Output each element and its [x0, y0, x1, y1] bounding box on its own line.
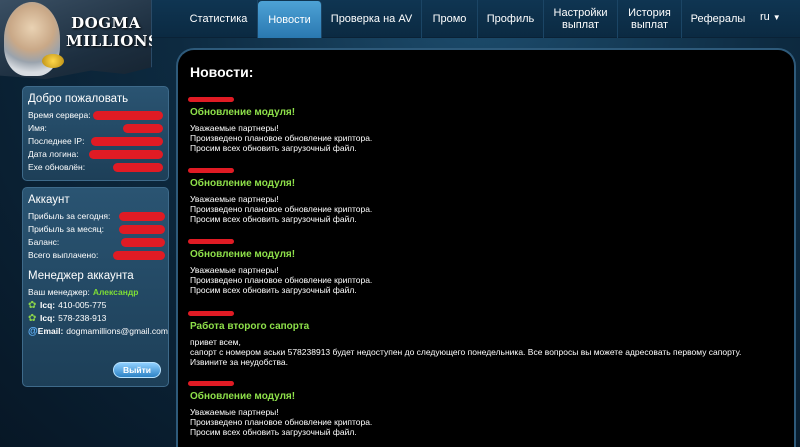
nav-item-referrals[interactable]: Рефералы [682, 0, 754, 38]
redacted-value [89, 150, 163, 159]
gold-coins-icon [42, 54, 64, 68]
redacted-value [93, 111, 163, 120]
news-item: Работа второго сапорта привет всем, сапо… [188, 311, 741, 367]
news-item: Обновление модуля! Уважаемые партнеры! П… [188, 97, 372, 153]
redacted-value [119, 212, 165, 221]
profit-today-row: Прибыль за сегодня: [23, 210, 168, 223]
redacted-date [188, 239, 234, 244]
total-paid-row: Всего выплачено: [23, 249, 168, 262]
name-row: Имя: [23, 122, 168, 135]
nav-item-promo[interactable]: Промо [422, 0, 478, 38]
email-row: @ Email: dogmamillions@gmail.com [28, 325, 168, 338]
welcome-panel: Добро пожаловать Время сервера: Имя: Пос… [22, 86, 169, 181]
redacted-value [121, 238, 165, 247]
icq-flower-icon: ✿ [28, 313, 37, 324]
news-item: Обновление модуля! Уважаемые партнеры! П… [188, 168, 372, 224]
nav-item-news[interactable]: Новости [258, 1, 322, 38]
last-ip-row: Последнее IP: [23, 135, 168, 148]
news-title: Обновление модуля! [190, 107, 296, 118]
server-time-row: Время сервера: [23, 109, 168, 122]
manager-email[interactable]: dogmamillions@gmail.com [66, 325, 168, 338]
redacted-value [123, 124, 163, 133]
icq-row-2: ✿ Icq: 578-238-913 [28, 313, 107, 324]
language-selector[interactable]: ru ▼ [760, 11, 781, 23]
redacted-date [188, 311, 234, 316]
balance-row: Баланс: [23, 236, 168, 249]
nav-item-av-check[interactable]: Проверка на AV [322, 0, 422, 38]
login-date-row: Дата логина: [23, 148, 168, 161]
icq-row-1: ✿ Icq: 410-005-775 [28, 300, 107, 311]
nav-item-statistics[interactable]: Статистика [180, 0, 258, 38]
redacted-value [119, 225, 165, 234]
page-title: Новости: [190, 64, 254, 80]
manager-name-row: Ваш менеджер: Александр [28, 287, 139, 297]
news-title: Обновление модуля! [190, 178, 296, 189]
redacted-value [91, 137, 163, 146]
logo-text: DOGMA MILLIONS [66, 14, 160, 50]
profit-month-row: Прибыль за месяц: [23, 223, 168, 236]
nav-item-profile[interactable]: Профиль [478, 0, 544, 38]
manager-name: Александр [92, 287, 139, 297]
chevron-down-icon: ▼ [772, 13, 781, 22]
redacted-date [188, 381, 234, 386]
email-at-icon: @ [28, 326, 38, 337]
news-item: Обновление модуля! Уважаемые партнеры! П… [188, 381, 372, 437]
redacted-date [188, 97, 234, 102]
manager-title: Менеджер аккаунта [28, 270, 134, 282]
redacted-value [113, 251, 165, 260]
icq-flower-icon: ✿ [28, 300, 37, 311]
news-title: Обновление модуля! [190, 391, 296, 402]
nav-item-payout-history[interactable]: История выплат [618, 0, 682, 38]
nav-item-payout-settings[interactable]: Настройки выплат [544, 0, 618, 38]
news-title: Работа второго сапорта [190, 321, 310, 332]
account-panel: Аккаунт Прибыль за сегодня: Прибыль за м… [22, 187, 169, 387]
logout-button[interactable]: Выйти [113, 362, 161, 378]
news-title: Обновление модуля! [190, 249, 296, 260]
redacted-date [188, 168, 234, 173]
welcome-title: Добро пожаловать [28, 93, 129, 105]
exe-updated-row: Exe обновлён: [23, 161, 168, 174]
account-title: Аккаунт [28, 194, 70, 206]
news-item: Обновление модуля! Уважаемые партнеры! П… [188, 239, 372, 295]
main-nav: Статистика Новости Проверка на AV Промо … [180, 0, 754, 38]
redacted-value [113, 163, 163, 172]
site-logo[interactable]: DOGMA MILLIONS [0, 0, 160, 80]
